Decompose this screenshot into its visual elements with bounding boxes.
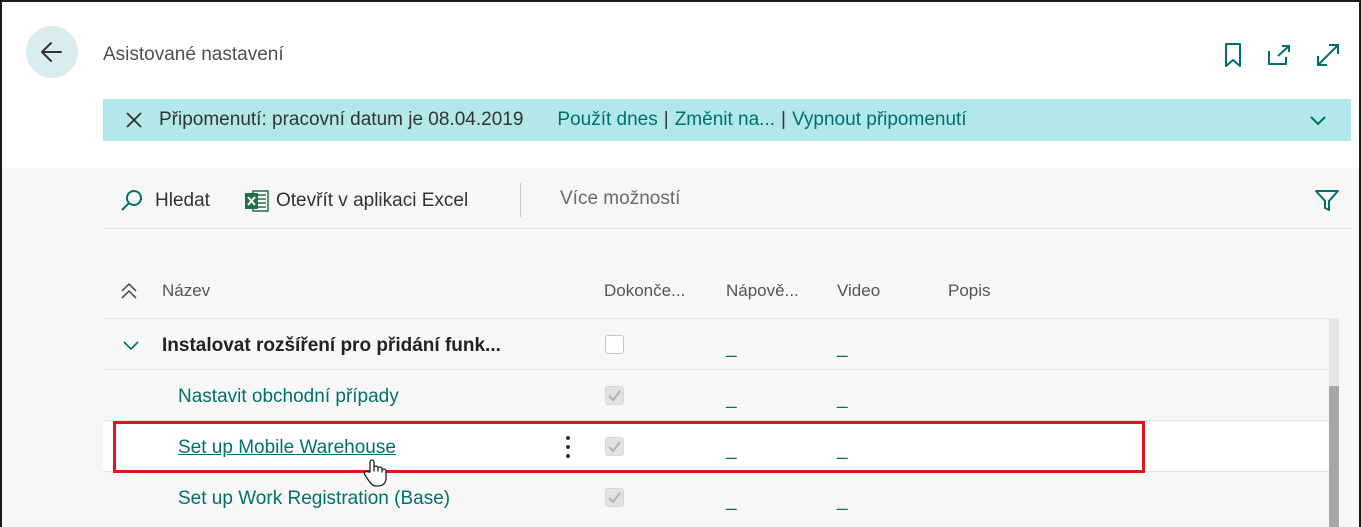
completed-checkbox[interactable] [605,488,624,507]
action-toolbar: Hledat Otevřít v aplikaci Excel Více mož… [103,168,1351,229]
search-label: Hledat [155,190,210,211]
video-link[interactable]: _ [837,490,848,512]
checkmark-icon [608,390,621,402]
notification-message: Připomenutí: pracovní datum je 08.04.201… [159,109,524,130]
bookmark-icon[interactable] [1220,42,1246,68]
video-link[interactable]: _ [837,337,848,359]
separator: | [781,109,786,130]
excel-label: Otevřít v aplikaci Excel [276,190,469,211]
back-button[interactable] [26,26,78,78]
checkmark-icon [608,441,621,453]
filter-icon[interactable] [1314,188,1340,214]
hand-cursor-icon [363,459,387,487]
chevron-down-icon[interactable] [1307,109,1329,131]
turn-off-reminder-link[interactable]: Vypnout připomenutí [792,109,967,131]
completed-checkbox[interactable] [605,335,624,354]
separator: | [663,109,669,130]
row-name-link[interactable]: Nastavit obchodní případy [178,386,399,408]
close-icon[interactable] [123,109,145,131]
row-menu-icon[interactable] [558,434,578,460]
use-today-link[interactable]: Použít dnes [557,109,657,131]
page-title: Asistované nastavení [103,44,284,65]
column-header-name[interactable]: Název [162,281,210,301]
help-link[interactable]: _ [726,439,737,461]
column-header-completed[interactable]: Dokonče... [604,281,685,301]
search-icon [121,190,142,211]
row-name: Instalovat rozšíření pro přidání funk... [162,335,501,356]
work-date-notification: Připomenutí: pracovní datum je 08.04.201… [103,99,1351,141]
excel-icon [245,190,269,212]
expand-icon[interactable] [1315,42,1341,68]
open-in-excel-button[interactable]: Otevřít v aplikaci Excel [244,188,468,214]
table-row[interactable]: Set up Work Registration (Base) _ _ [103,471,1329,522]
change-to-link[interactable]: Změnit na... [675,109,775,131]
column-header-help[interactable]: Nápově... [726,281,799,301]
column-header-description[interactable]: Popis [948,281,991,301]
completed-checkbox[interactable] [605,437,624,456]
column-header-video[interactable]: Video [837,281,880,301]
chevron-down-icon[interactable] [120,334,142,356]
window-frame: Asistované nastavení Připomenutí: pracov… [0,0,1361,527]
more-options-button[interactable]: Více možností [560,188,680,210]
more-options-label: Více možností [560,188,681,209]
video-link[interactable]: _ [837,388,848,410]
row-name-link[interactable]: Set up Mobile Warehouse [178,437,396,459]
completed-checkbox[interactable] [605,386,624,405]
help-link[interactable]: _ [726,337,737,359]
help-link[interactable]: _ [726,490,737,512]
open-new-window-icon[interactable] [1266,42,1292,68]
video-link[interactable]: _ [837,439,848,461]
collapse-all-icon[interactable] [118,280,140,302]
row-name-link[interactable]: Set up Work Registration (Base) [178,488,450,510]
toolbar-divider [520,183,521,217]
table-row[interactable]: Nastavit obchodní případy _ _ [103,369,1329,420]
help-link[interactable]: _ [726,388,737,410]
checkmark-icon [608,492,621,504]
search-button[interactable]: Hledat [119,188,210,214]
table-row-selected[interactable]: Set up Mobile Warehouse _ _ [103,420,1329,471]
arrow-left-icon [41,42,62,62]
table-row[interactable]: Instalovat rozšíření pro přidání funk...… [103,318,1329,369]
scrollbar-thumb[interactable] [1329,386,1339,527]
